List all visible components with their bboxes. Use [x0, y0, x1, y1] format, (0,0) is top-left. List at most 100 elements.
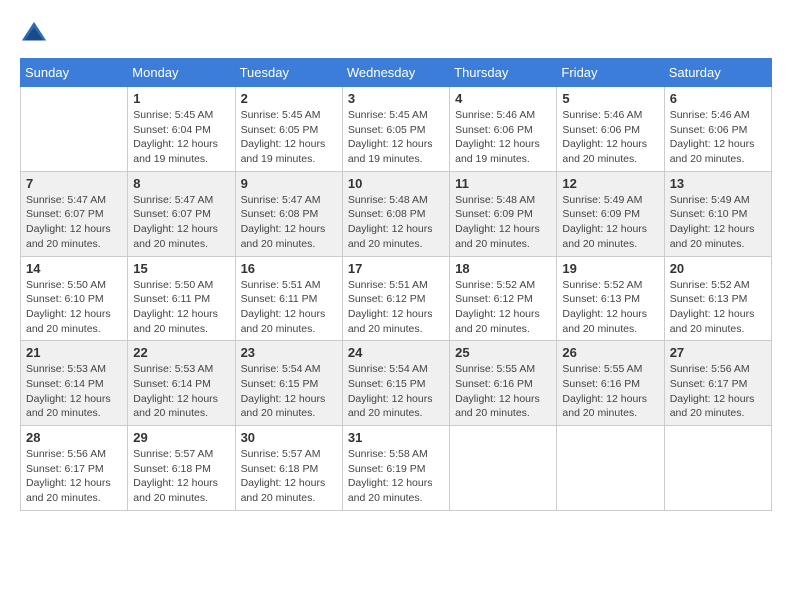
calendar-cell: 1 Sunrise: 5:45 AMSunset: 6:04 PMDaylight…: [128, 87, 235, 172]
day-number: 16: [241, 261, 337, 276]
day-info: Sunrise: 5:45 AMSunset: 6:05 PMDaylight:…: [241, 108, 337, 167]
calendar-week-3: 14 Sunrise: 5:50 AMSunset: 6:10 PMDayligh…: [21, 256, 772, 341]
calendar-week-2: 7Sunrise: 5:47 AMSunset: 6:07 PMDaylight…: [21, 171, 772, 256]
calendar-cell: 25 Sunrise: 5:55 AMSunset: 6:16 PMDayligh…: [450, 341, 557, 426]
day-info: Sunrise: 5:45 AMSunset: 6:05 PMDaylight:…: [348, 108, 444, 167]
day-info: Sunrise: 5:50 AMSunset: 6:11 PMDaylight:…: [133, 278, 229, 337]
calendar-cell: 9 Sunrise: 5:47 AMSunset: 6:08 PMDaylight…: [235, 171, 342, 256]
day-info: Sunrise: 5:53 AMSunset: 6:14 PMDaylight:…: [26, 362, 122, 421]
day-number: 10: [348, 176, 444, 191]
calendar-week-5: 28 Sunrise: 5:56 AMSunset: 6:17 PMDayligh…: [21, 426, 772, 511]
header-monday: Monday: [128, 59, 235, 87]
calendar-header-row: SundayMondayTuesdayWednesdayThursdayFrid…: [21, 59, 772, 87]
calendar-cell: [21, 87, 128, 172]
day-info: Sunrise: 5:52 AMSunset: 6:12 PMDaylight:…: [455, 278, 551, 337]
calendar-cell: [557, 426, 664, 511]
calendar-cell: 15Sunrise: 5:50 AMSunset: 6:11 PMDayligh…: [128, 256, 235, 341]
logo: [20, 20, 52, 48]
day-info: Sunrise: 5:47 AMSunset: 6:08 PMDaylight:…: [241, 193, 337, 252]
day-info: Sunrise: 5:47 AMSunset: 6:07 PMDaylight:…: [26, 193, 122, 252]
day-info: Sunrise: 5:57 AMSunset: 6:18 PMDaylight:…: [133, 447, 229, 506]
header-sunday: Sunday: [21, 59, 128, 87]
header-saturday: Saturday: [664, 59, 771, 87]
day-number: 6: [670, 91, 766, 106]
calendar-cell: 3 Sunrise: 5:45 AMSunset: 6:05 PMDaylight…: [342, 87, 449, 172]
day-number: 20: [670, 261, 766, 276]
calendar-cell: 20 Sunrise: 5:52 AMSunset: 6:13 PMDayligh…: [664, 256, 771, 341]
day-number: 9: [241, 176, 337, 191]
day-info: Sunrise: 5:52 AMSunset: 6:13 PMDaylight:…: [670, 278, 766, 337]
calendar-cell: [450, 426, 557, 511]
calendar-cell: 14 Sunrise: 5:50 AMSunset: 6:10 PMDayligh…: [21, 256, 128, 341]
calendar-cell: 11Sunrise: 5:48 AMSunset: 6:09 PMDayligh…: [450, 171, 557, 256]
calendar-cell: 23 Sunrise: 5:54 AMSunset: 6:15 PMDayligh…: [235, 341, 342, 426]
day-number: 4: [455, 91, 551, 106]
header-wednesday: Wednesday: [342, 59, 449, 87]
calendar-week-4: 21 Sunrise: 5:53 AMSunset: 6:14 PMDayligh…: [21, 341, 772, 426]
day-info: Sunrise: 5:55 AMSunset: 6:16 PMDaylight:…: [455, 362, 551, 421]
day-info: Sunrise: 5:45 AMSunset: 6:04 PMDaylight:…: [133, 108, 229, 167]
day-info: Sunrise: 5:46 AMSunset: 6:06 PMDaylight:…: [455, 108, 551, 167]
calendar-cell: 29 Sunrise: 5:57 AMSunset: 6:18 PMDayligh…: [128, 426, 235, 511]
day-number: 30: [241, 430, 337, 445]
logo-icon: [20, 20, 48, 48]
day-info: Sunrise: 5:46 AMSunset: 6:06 PMDaylight:…: [670, 108, 766, 167]
day-number: 18: [455, 261, 551, 276]
day-number: 3: [348, 91, 444, 106]
day-number: 24: [348, 345, 444, 360]
day-number: 28: [26, 430, 122, 445]
day-number: 25: [455, 345, 551, 360]
calendar-cell: 27Sunrise: 5:56 AMSunset: 6:17 PMDayligh…: [664, 341, 771, 426]
calendar-week-1: 1 Sunrise: 5:45 AMSunset: 6:04 PMDaylight…: [21, 87, 772, 172]
day-number: 21: [26, 345, 122, 360]
calendar-cell: 8 Sunrise: 5:47 AMSunset: 6:07 PMDaylight…: [128, 171, 235, 256]
calendar-table: SundayMondayTuesdayWednesdayThursdayFrid…: [20, 58, 772, 511]
day-info: Sunrise: 5:49 AMSunset: 6:10 PMDaylight:…: [670, 193, 766, 252]
page-header: [20, 20, 772, 48]
day-info: Sunrise: 5:51 AMSunset: 6:11 PMDaylight:…: [241, 278, 337, 337]
calendar-cell: [664, 426, 771, 511]
day-info: Sunrise: 5:55 AMSunset: 6:16 PMDaylight:…: [562, 362, 658, 421]
day-info: Sunrise: 5:51 AMSunset: 6:12 PMDaylight:…: [348, 278, 444, 337]
day-info: Sunrise: 5:53 AMSunset: 6:14 PMDaylight:…: [133, 362, 229, 421]
day-info: Sunrise: 5:47 AMSunset: 6:07 PMDaylight:…: [133, 193, 229, 252]
day-number: 1: [133, 91, 229, 106]
day-number: 13: [670, 176, 766, 191]
header-thursday: Thursday: [450, 59, 557, 87]
day-number: 23: [241, 345, 337, 360]
day-number: 2: [241, 91, 337, 106]
day-number: 14: [26, 261, 122, 276]
day-number: 19: [562, 261, 658, 276]
day-number: 22: [133, 345, 229, 360]
calendar-cell: 2 Sunrise: 5:45 AMSunset: 6:05 PMDaylight…: [235, 87, 342, 172]
day-info: Sunrise: 5:49 AMSunset: 6:09 PMDaylight:…: [562, 193, 658, 252]
day-info: Sunrise: 5:46 AMSunset: 6:06 PMDaylight:…: [562, 108, 658, 167]
day-number: 11: [455, 176, 551, 191]
day-info: Sunrise: 5:56 AMSunset: 6:17 PMDaylight:…: [26, 447, 122, 506]
day-info: Sunrise: 5:52 AMSunset: 6:13 PMDaylight:…: [562, 278, 658, 337]
calendar-cell: 19 Sunrise: 5:52 AMSunset: 6:13 PMDayligh…: [557, 256, 664, 341]
day-info: Sunrise: 5:54 AMSunset: 6:15 PMDaylight:…: [241, 362, 337, 421]
day-number: 29: [133, 430, 229, 445]
day-number: 17: [348, 261, 444, 276]
calendar-cell: 12 Sunrise: 5:49 AMSunset: 6:09 PMDayligh…: [557, 171, 664, 256]
calendar-cell: 10 Sunrise: 5:48 AMSunset: 6:08 PMDayligh…: [342, 171, 449, 256]
day-info: Sunrise: 5:50 AMSunset: 6:10 PMDaylight:…: [26, 278, 122, 337]
calendar-cell: 31Sunrise: 5:58 AMSunset: 6:19 PMDayligh…: [342, 426, 449, 511]
day-number: 12: [562, 176, 658, 191]
calendar-cell: 7Sunrise: 5:47 AMSunset: 6:07 PMDaylight…: [21, 171, 128, 256]
day-number: 26: [562, 345, 658, 360]
day-number: 27: [670, 345, 766, 360]
day-number: 5: [562, 91, 658, 106]
calendar-cell: 26 Sunrise: 5:55 AMSunset: 6:16 PMDayligh…: [557, 341, 664, 426]
header-friday: Friday: [557, 59, 664, 87]
header-tuesday: Tuesday: [235, 59, 342, 87]
day-info: Sunrise: 5:48 AMSunset: 6:08 PMDaylight:…: [348, 193, 444, 252]
calendar-cell: 28 Sunrise: 5:56 AMSunset: 6:17 PMDayligh…: [21, 426, 128, 511]
calendar-cell: 6 Sunrise: 5:46 AMSunset: 6:06 PMDaylight…: [664, 87, 771, 172]
calendar-cell: 16 Sunrise: 5:51 AMSunset: 6:11 PMDayligh…: [235, 256, 342, 341]
day-number: 8: [133, 176, 229, 191]
calendar-cell: 22 Sunrise: 5:53 AMSunset: 6:14 PMDayligh…: [128, 341, 235, 426]
calendar-cell: 18 Sunrise: 5:52 AMSunset: 6:12 PMDayligh…: [450, 256, 557, 341]
calendar-cell: 4 Sunrise: 5:46 AMSunset: 6:06 PMDaylight…: [450, 87, 557, 172]
